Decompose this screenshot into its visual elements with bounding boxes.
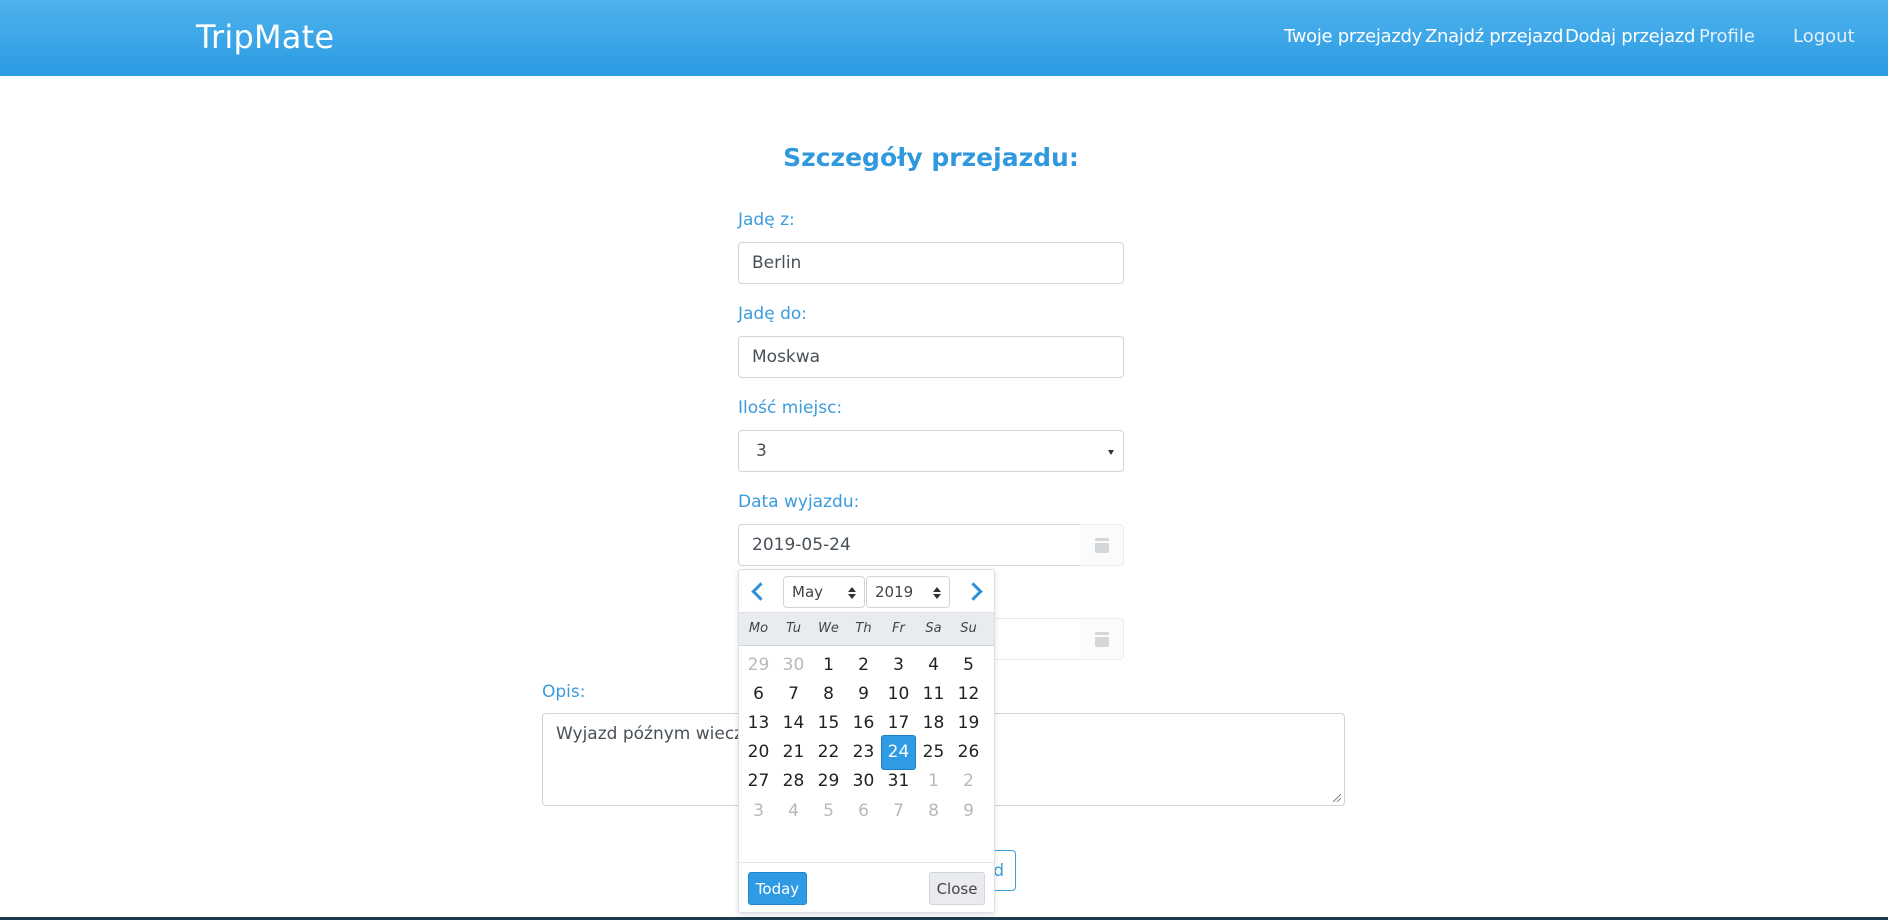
chevron-left-icon[interactable] [747,580,769,602]
caret-down-icon [1108,450,1114,455]
year-select-value: 2019 [875,583,914,601]
to-label: Jadę do: [738,304,808,324]
calendar-day[interactable]: 6 [846,793,881,828]
nav-link-logout[interactable]: Logout [1793,26,1855,47]
weekday-header: Mo Tu We Th Fr Sa Su [739,612,994,646]
description-label: Opis: [542,682,586,702]
seats-label: Ilość miejsc: [738,398,843,418]
month-select-value: May [792,583,824,601]
description-text: Wyjazd późnym wieczo [556,724,754,744]
resize-handle-icon[interactable] [1333,794,1341,802]
year-select[interactable]: 2019 [866,576,950,608]
weekday-label: Su [960,621,977,636]
seats-select[interactable]: 3 [738,430,1124,472]
calendar-day[interactable]: 8 [916,793,951,828]
calendar-day[interactable]: 4 [776,793,811,828]
sort-arrows-icon [848,587,856,599]
calendar-grid: 29 30 1 2 3 4 5 6 7 8 9 10 11 12 13 14 15 16 17 18 19 20 21 22 2… [739,646,994,832]
time-calendar-button[interactable] [1080,618,1124,660]
calendar-day[interactable]: 9 [951,793,986,828]
close-button[interactable]: Close [929,872,985,905]
date-label: Data wyjazdu: [738,492,860,512]
seats-select-value: 3 [756,441,767,461]
page-title: Szczegóły przejazdu: [783,143,1079,172]
from-input[interactable]: Berlin [738,242,1124,284]
weekday-label: We [818,621,839,636]
to-input[interactable]: Moskwa [738,336,1124,378]
datepicker-footer: Today Close [739,862,994,913]
calendar-day[interactable]: 5 [811,793,846,828]
calendar-icon [1094,631,1109,647]
brand-logo[interactable]: TripMate [196,18,334,56]
weekday-label: Fr [892,621,905,636]
datepicker-popup: May 2019 Mo Tu We Th Fr Sa Su 29 30 1 2 3 4 5 6… [738,569,995,913]
datepicker-header: May 2019 [739,570,994,612]
today-button[interactable]: Today [748,872,807,905]
weekday-label: Th [855,621,872,636]
nav-link-find-trip[interactable]: Znajdź przejazd [1425,26,1563,47]
weekday-label: Mo [748,621,769,636]
calendar-day[interactable]: 7 [881,793,916,828]
from-label: Jadę z: [738,210,795,230]
chevron-right-icon[interactable] [964,580,986,602]
weekday-label: Tu [786,621,801,636]
date-calendar-button[interactable] [1080,524,1124,566]
nav-link-add-trip[interactable]: Dodaj przejazd [1565,26,1695,47]
calendar-day[interactable]: 3 [741,793,776,828]
month-select[interactable]: May [783,576,865,608]
sort-arrows-icon [933,587,941,599]
calendar-icon [1094,537,1109,553]
nav-link-your-trips[interactable]: Twoje przejazdy [1284,26,1422,47]
date-input[interactable]: 2019-05-24 [738,524,1081,566]
weekday-label: Sa [925,621,942,636]
navbar: TripMate Twoje przejazdy Znajdź przejazd… [0,0,1888,76]
nav-link-profile[interactable]: Profile [1699,26,1755,47]
